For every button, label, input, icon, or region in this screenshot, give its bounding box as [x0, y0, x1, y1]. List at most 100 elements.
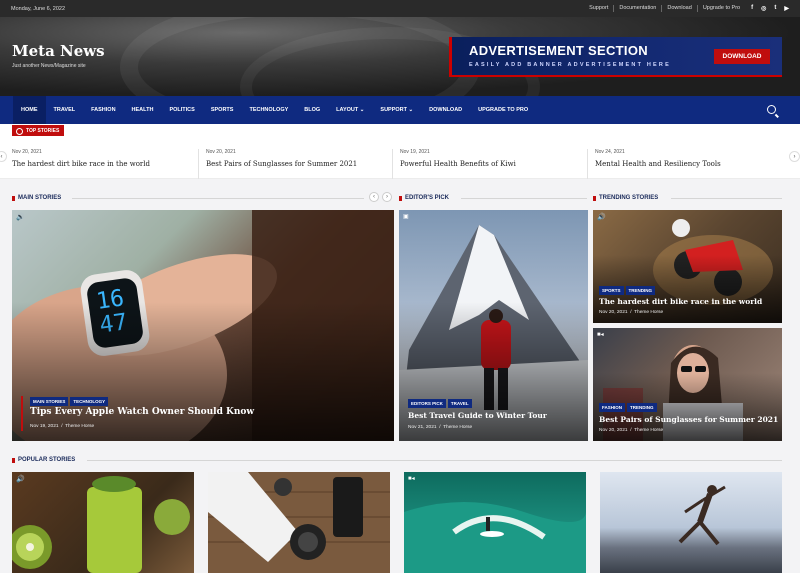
trending-story-card[interactable]: 🔊 SPORTS TRENDING The hardest dirt bike …: [593, 210, 782, 323]
kiwi-smoothie-image: [12, 476, 190, 573]
top-bar: Monday, June 6, 2022 Support Documentati…: [0, 0, 800, 17]
section-divider: [87, 460, 782, 461]
nav-politics[interactable]: POLITICS: [161, 96, 202, 124]
popular-story-card[interactable]: 🔊: [12, 472, 194, 573]
category-tag[interactable]: TRAVEL: [447, 399, 472, 408]
ticker-item[interactable]: Nov 19, 2021 Powerful Health Benefits of…: [400, 149, 580, 168]
category-tag[interactable]: TRENDING: [627, 403, 657, 412]
story-author[interactable]: Theme Horse: [65, 424, 94, 429]
nav-home[interactable]: HOME: [13, 96, 46, 124]
audio-icon: 🔊: [597, 214, 606, 221]
ticker-title[interactable]: Best Pairs of Sunglasses for Summer 2021: [206, 160, 386, 168]
top-links: Support Documentation Download Upgrade t…: [584, 5, 745, 12]
tag-list: MAIN STORIES TECHNOLOGY: [30, 397, 109, 406]
editors-pick-card[interactable]: ▣ EDITORS PICK TRAVEL Best Travel Guide …: [399, 210, 588, 441]
facebook-icon[interactable]: f: [751, 5, 753, 12]
carousel-prev-icon[interactable]: ‹: [369, 192, 379, 202]
ticker-date: Nov 19, 2021: [400, 149, 430, 155]
nav-support[interactable]: SUPPORT ⌄: [372, 96, 421, 124]
social-links: f ◎ t ▶: [751, 5, 789, 12]
youtube-icon[interactable]: ▶: [784, 5, 789, 12]
nav-layout[interactable]: LAYOUT ⌄: [328, 96, 372, 124]
story-title[interactable]: Best Travel Guide to Winter Tour: [408, 411, 547, 420]
ticker-item[interactable]: Nov 20, 2021 Best Pairs of Sunglasses fo…: [206, 149, 386, 168]
nav-blog[interactable]: BLOG: [296, 96, 328, 124]
accent-bar: [21, 396, 23, 431]
category-tag[interactable]: FASHION: [599, 403, 626, 412]
ticker-title[interactable]: Powerful Health Benefits of Kiwi: [400, 160, 580, 168]
advertisement-banner[interactable]: ADVERTISEMENT SECTION EASILY ADD BANNER …: [449, 37, 782, 77]
story-title[interactable]: Best Pairs of Sunglasses for Summer 2021: [599, 415, 778, 424]
main-story-card[interactable]: 16 47 🔊 MAIN STORIES TECHNOLOGY Tips Eve…: [12, 210, 394, 441]
story-date: Nov 20, 2021: [599, 310, 628, 315]
story-title[interactable]: Tips Every Apple Watch Owner Should Know: [30, 407, 254, 417]
popular-story-card[interactable]: [600, 472, 782, 573]
story-author[interactable]: Theme Horse: [634, 428, 663, 433]
audio-icon: 🔊: [16, 214, 25, 221]
runner-image: [678, 485, 726, 546]
ticker-item[interactable]: Nov 24, 2021 Mental Health and Resilienc…: [595, 149, 775, 168]
category-tag[interactable]: TECHNOLOGY: [70, 397, 109, 406]
top-link-download[interactable]: Download: [662, 5, 698, 12]
story-title[interactable]: The hardest dirt bike race in the world: [599, 297, 762, 306]
nav-upgrade[interactable]: UPGRADE TO PRO: [470, 96, 536, 124]
story-meta: Nov 20, 2021 / Theme Horse: [599, 310, 664, 315]
popular-story-card[interactable]: [208, 472, 390, 573]
category-tag[interactable]: MAIN STORIES: [30, 397, 69, 406]
ticker-next-icon[interactable]: ›: [789, 151, 800, 162]
story-meta: Nov 20, 2021 / Theme Horse: [599, 428, 664, 433]
story-date: Nov 21, 2021: [408, 425, 437, 430]
ticker-date: Nov 20, 2021: [206, 149, 236, 155]
tag-list: SPORTS TRENDING: [599, 286, 656, 295]
site-header: Meta News Just another News/Magazine sit…: [0, 17, 800, 96]
ticker-item[interactable]: Nov 20, 2021 The hardest dirt bike race …: [12, 149, 192, 168]
section-divider: [72, 198, 364, 199]
main-nav: HOME TRAVEL FASHION HEALTH POLITICS SPOR…: [0, 96, 800, 124]
nav-download[interactable]: DOWNLOAD: [421, 96, 470, 124]
card-overlay: [12, 302, 394, 441]
nav-sports[interactable]: SPORTS: [203, 96, 242, 124]
section-divider: [671, 198, 782, 199]
current-date: Monday, June 6, 2022: [11, 5, 66, 12]
image-icon: ▣: [403, 214, 409, 220]
tag-list: FASHION TRENDING: [599, 403, 657, 412]
ad-subtitle: EASILY ADD BANNER ADVERTISEMENT HERE: [469, 62, 671, 68]
section-divider: [461, 198, 587, 199]
carousel-next-icon[interactable]: ›: [382, 192, 392, 202]
twitter-icon[interactable]: t: [774, 5, 776, 12]
story-author[interactable]: Theme Horse: [634, 310, 663, 315]
category-tag[interactable]: EDITORS PICK: [408, 399, 446, 408]
category-tag[interactable]: SPORTS: [599, 286, 624, 295]
story-date: Nov 20, 2021: [599, 428, 628, 433]
nav-fashion[interactable]: FASHION: [83, 96, 123, 124]
tag-list: EDITORS PICK TRAVEL: [408, 399, 472, 408]
category-tag[interactable]: TRENDING: [625, 286, 656, 295]
story-date: Nov 19, 2021: [30, 424, 59, 429]
nav-technology[interactable]: TECHNOLOGY: [241, 96, 296, 124]
site-logo[interactable]: Meta News: [12, 42, 105, 60]
top-link-documentation[interactable]: Documentation: [614, 5, 663, 12]
trending-story-card[interactable]: ■◂ FASHION TRENDING Best Pairs of Sungla…: [593, 328, 782, 441]
top-link-upgrade[interactable]: Upgrade to Pro: [698, 5, 745, 12]
ad-download-button[interactable]: DOWNLOAD: [714, 49, 770, 64]
audio-icon: 🔊: [16, 476, 25, 483]
story-author[interactable]: Theme Horse: [443, 425, 472, 430]
instagram-icon[interactable]: ◎: [761, 5, 766, 12]
nav-travel[interactable]: TRAVEL: [46, 96, 84, 124]
site-tagline: Just another News/Magazine site: [12, 63, 86, 69]
card-overlay: [399, 302, 588, 441]
video-icon: ■◂: [597, 332, 604, 338]
popular-story-card[interactable]: ■◂: [404, 472, 586, 573]
editors-pick-heading: EDITOR'S PICK: [399, 195, 449, 201]
ticker-divider: [198, 149, 199, 179]
ticker-title[interactable]: Mental Health and Resiliency Tools: [595, 160, 775, 168]
video-icon: ■◂: [408, 476, 415, 482]
trending-stories-heading: TRENDING STORIES: [593, 195, 658, 201]
ticker-title[interactable]: The hardest dirt bike race in the world: [12, 160, 192, 168]
top-link-support[interactable]: Support: [584, 5, 615, 12]
ticker-date: Nov 20, 2021: [12, 149, 42, 155]
main-stories-heading: MAIN STORIES: [12, 195, 61, 201]
nav-health[interactable]: HEALTH: [124, 96, 162, 124]
ticker-divider: [587, 149, 588, 179]
search-icon[interactable]: [767, 105, 776, 114]
